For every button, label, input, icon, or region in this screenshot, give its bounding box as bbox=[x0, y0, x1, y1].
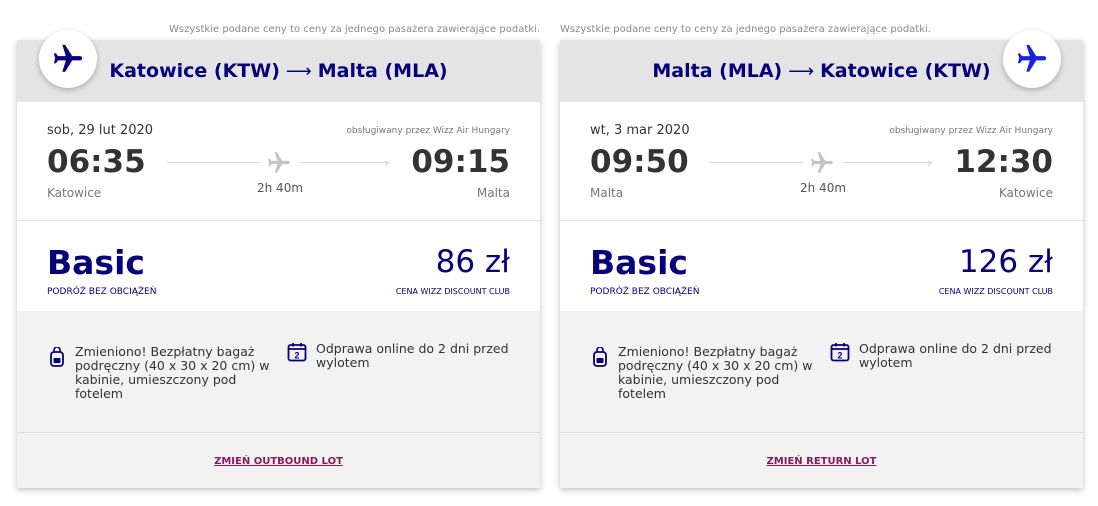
route-arrow: ⟶ bbox=[285, 60, 312, 82]
backpack-icon bbox=[593, 347, 607, 367]
airplane-icon bbox=[268, 152, 290, 173]
calendar-number: 2 bbox=[294, 351, 299, 361]
price-disclaimer-right: Wszystkie podane ceny to ceny za jednego… bbox=[560, 24, 931, 35]
price-disclaimer-left: Wszystkie podane ceny to ceny za jednego… bbox=[169, 24, 540, 35]
outbound-flight-card: Katowice (KTW) ⟶ Malta (MLA) sob, 29 lut… bbox=[17, 30, 540, 488]
flight-duration: 2h 40m bbox=[257, 181, 304, 195]
fare-price: 86 zł bbox=[435, 244, 510, 280]
fare-features: Zmieniono! Bezpłatny bagaż podręczny (40… bbox=[560, 311, 1083, 433]
backpack-icon bbox=[50, 347, 64, 367]
online-checkin-feature: Odprawa online do 2 dni przed wylotem bbox=[859, 341, 1052, 370]
fare-subtitle: PODRÓŻ BEZ OBCIĄŻEŃ bbox=[590, 287, 700, 297]
arrival-city: Katowice bbox=[998, 186, 1053, 200]
flight-details: sob, 29 lut 2020 obsługiwany przez Wizz … bbox=[17, 102, 540, 221]
airplane-badge bbox=[1003, 30, 1061, 88]
airplane-badge bbox=[39, 30, 97, 88]
departure-time: 09:50 bbox=[590, 144, 689, 180]
price-subtitle: CENA WIZZ DISCOUNT CLUB bbox=[395, 287, 510, 296]
flight-duration: 2h 40m bbox=[800, 181, 847, 195]
arrival-city: Malta bbox=[476, 186, 510, 200]
route-line bbox=[300, 162, 390, 163]
arrival-time: 09:15 bbox=[411, 144, 510, 180]
departure-city: Katowice bbox=[47, 186, 102, 200]
airplane-icon bbox=[811, 152, 833, 173]
operator-label: obsługiwany przez Wizz Air Hungary bbox=[889, 126, 1053, 136]
online-checkin-feature: Odprawa online do 2 dni przed wylotem bbox=[316, 341, 509, 370]
flight-details: wt, 3 mar 2020 obsługiwany przez Wizz Ai… bbox=[560, 102, 1083, 221]
free-cabin-bag-feature: Zmieniono! Bezpłatny bagaż podręczny (40… bbox=[618, 344, 813, 401]
calendar-number: 2 bbox=[837, 351, 842, 361]
arrival-time: 12:30 bbox=[954, 144, 1053, 180]
fare-section: Basic PODRÓŻ BEZ OBCIĄŻEŃ 126 zł CENA WI… bbox=[560, 221, 1083, 311]
flight-date: sob, 29 lut 2020 bbox=[47, 123, 154, 138]
return-flight-card: Malta (MLA) ⟶ Katowice (KTW) wt, 3 mar 2… bbox=[560, 30, 1083, 488]
departure-time: 06:35 bbox=[47, 144, 146, 180]
operator-label: obsługiwany przez Wizz Air Hungary bbox=[346, 126, 510, 136]
calendar-icon: 2 bbox=[830, 343, 850, 362]
airplane-icon bbox=[53, 44, 83, 72]
route-origin: Malta (MLA) bbox=[652, 60, 783, 82]
fare-features: Zmieniono! Bezpłatny bagaż podręczny (40… bbox=[17, 311, 540, 433]
route-line bbox=[710, 162, 803, 163]
route-destination: Katowice (KTW) bbox=[820, 60, 991, 82]
change-outbound-link[interactable]: ZMIEŃ OUTBOUND LOT bbox=[17, 456, 540, 467]
change-return-link[interactable]: ZMIEŃ RETURN LOT bbox=[560, 456, 1083, 467]
fare-section: Basic PODRÓŻ BEZ OBCIĄŻEŃ 86 zł CENA WIZ… bbox=[17, 221, 540, 311]
departure-city: Malta bbox=[590, 186, 624, 200]
route-destination: Malta (MLA) bbox=[317, 60, 448, 82]
fare-name: Basic bbox=[47, 243, 145, 282]
route-arrow: ⟶ bbox=[788, 60, 815, 82]
fare-price: 126 zł bbox=[958, 244, 1053, 280]
calendar-icon: 2 bbox=[287, 343, 307, 362]
chevron-right-icon: › bbox=[927, 156, 932, 170]
chevron-right-icon: › bbox=[384, 156, 389, 170]
free-cabin-bag-feature: Zmieniono! Bezpłatny bagaż podręczny (40… bbox=[75, 344, 270, 401]
route-line bbox=[843, 162, 933, 163]
flight-date: wt, 3 mar 2020 bbox=[590, 123, 690, 138]
route-line bbox=[167, 162, 260, 163]
route-origin: Katowice (KTW) bbox=[109, 60, 280, 82]
fare-subtitle: PODRÓŻ BEZ OBCIĄŻEŃ bbox=[47, 287, 157, 297]
fare-name: Basic bbox=[590, 243, 688, 282]
airplane-icon bbox=[1017, 44, 1047, 72]
price-subtitle: CENA WIZZ DISCOUNT CLUB bbox=[938, 287, 1053, 296]
